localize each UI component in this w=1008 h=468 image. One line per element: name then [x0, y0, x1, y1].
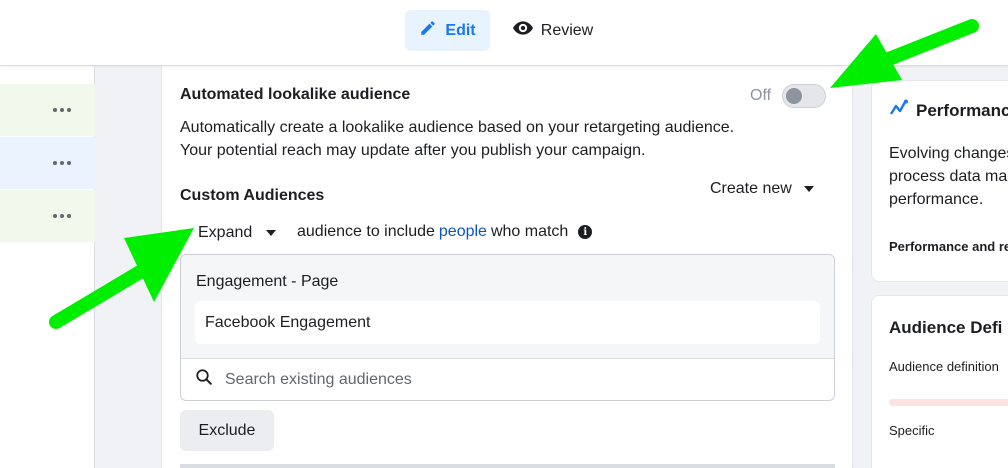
tab-review[interactable]: Review: [508, 10, 598, 51]
audience-box: Engagement - Page Facebook Engagement Se…: [180, 254, 835, 401]
audience-definition-label: Audience definition: [889, 359, 999, 374]
audience-gauge: [889, 399, 1008, 406]
include-text-before: audience to include: [297, 223, 435, 240]
caret-down-icon: [266, 230, 277, 236]
audience-scale-label: Specific: [889, 423, 935, 438]
tab-edit[interactable]: Edit: [405, 10, 490, 51]
custom-audiences-title: Custom Audiences: [180, 187, 325, 204]
expand-label: Expand: [198, 224, 253, 241]
info-icon[interactable]: i: [578, 225, 593, 239]
divider: [180, 464, 835, 468]
selected-audience[interactable]: Facebook Engagement: [195, 301, 820, 344]
annotation-arrow: [49, 228, 194, 329]
audience-group: Engagement - Page Facebook Engagement: [181, 255, 834, 359]
search-audiences-input[interactable]: Search existing audiences: [181, 359, 834, 400]
sidebar-row[interactable]: [0, 84, 95, 136]
exclude-button[interactable]: Exclude: [180, 410, 274, 451]
search-placeholder: Search existing audiences: [225, 370, 412, 388]
audience-panel: Automated lookalike audience Off Automat…: [161, 66, 853, 468]
people-link[interactable]: people: [439, 223, 487, 241]
tab-review-label: Review: [540, 21, 594, 39]
trend-icon: [889, 99, 910, 122]
include-sentence: audience to include people who match i: [297, 223, 593, 241]
audience-definition-title: Audience Defi: [889, 318, 1003, 337]
lookalike-description-line2: Your potential reach may update after yo…: [180, 142, 646, 159]
lookalike-description-line1: Automatically create a lookalike audienc…: [180, 119, 735, 136]
performance-title: Performance: [916, 101, 1008, 120]
eye-icon: [512, 21, 533, 40]
caret-down-icon: [803, 186, 814, 192]
performance-subheading: Performance and re: [889, 239, 1008, 254]
search-icon: [195, 368, 213, 391]
create-new-label: Create new: [710, 180, 792, 197]
performance-text-line1: Evolving changes: [889, 145, 1008, 162]
performance-text-line3: performance.: [889, 191, 984, 208]
expand-dropdown[interactable]: Expand: [198, 224, 277, 242]
more-dots-icon[interactable]: [53, 161, 71, 165]
more-dots-icon[interactable]: [53, 108, 71, 112]
annotation-arrow: [830, 19, 979, 88]
toggle-state-label: Off: [750, 87, 772, 104]
include-text-after: who match: [490, 223, 569, 240]
create-new-dropdown[interactable]: Create new: [710, 180, 814, 198]
sidebar-row[interactable]: [0, 137, 95, 189]
pencil-icon: [419, 19, 437, 42]
audience-definition-card: Audience Defi Audience definition Specif…: [871, 295, 1008, 468]
audience-group-title: Engagement - Page: [196, 273, 339, 290]
lookalike-title: Automated lookalike audience: [180, 86, 411, 103]
performance-text-line2: process data ma: [889, 168, 1008, 185]
tab-edit-label: Edit: [445, 21, 476, 39]
performance-card: Performance Evolving changes process dat…: [871, 80, 1008, 282]
toggle-knob: [786, 88, 802, 104]
